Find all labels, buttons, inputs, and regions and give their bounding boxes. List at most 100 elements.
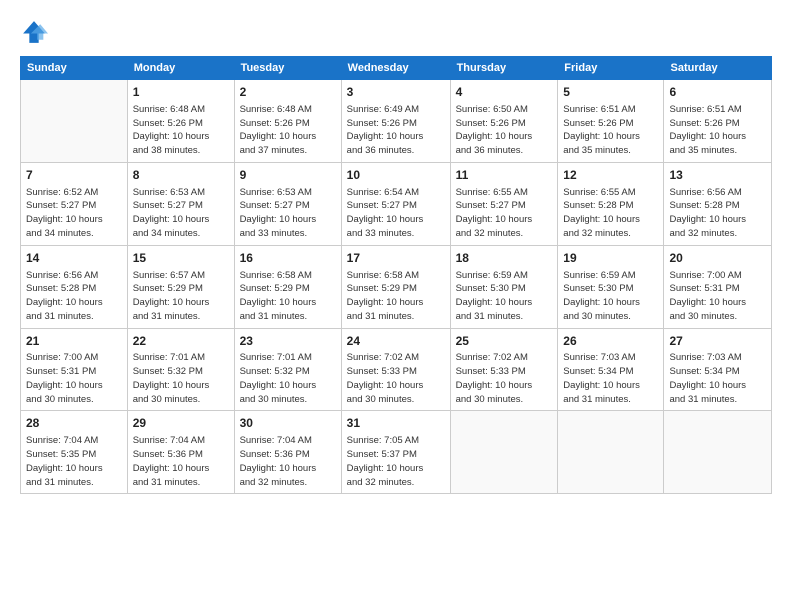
calendar-cell: 16 Sunrise: 6:58 AM Sunset: 5:29 PM Dayli… — [234, 245, 341, 328]
calendar-cell: 10 Sunrise: 6:54 AM Sunset: 5:27 PM Dayli… — [341, 162, 450, 245]
calendar-cell: 6Sunrise: 6:51 AM Sunset: 5:26 PM Daylig… — [664, 80, 772, 163]
day-info: Sunrise: 6:54 AM Sunset: 5:27 PM Dayligh… — [347, 186, 445, 241]
day-info: Sunrise: 7:02 AM Sunset: 5:33 PM Dayligh… — [456, 351, 553, 406]
calendar-cell: 23Sunrise: 7:01 AM Sunset: 5:32 PM Dayli… — [234, 328, 341, 411]
day-info: Sunrise: 7:04 AM Sunset: 5:36 PM Dayligh… — [133, 434, 229, 489]
day-info: Sunrise: 6:51 AM Sunset: 5:26 PM Dayligh… — [563, 103, 658, 158]
day-number: 14 — [26, 250, 122, 267]
day-info: Sunrise: 6:50 AM Sunset: 5:26 PM Dayligh… — [456, 103, 553, 158]
day-number: 1 — [133, 84, 229, 101]
calendar-cell: 3 Sunrise: 6:49 AM Sunset: 5:26 PM Daylig… — [341, 80, 450, 163]
day-number: 10 — [347, 167, 445, 184]
weekday-header-tuesday: Tuesday — [234, 57, 341, 80]
day-info: Sunrise: 6:52 AM Sunset: 5:27 PM Dayligh… — [26, 186, 122, 241]
day-number: 29 — [133, 415, 229, 432]
day-info: Sunrise: 7:05 AM Sunset: 5:37 PM Dayligh… — [347, 434, 445, 489]
calendar-cell: 28Sunrise: 7:04 AM Sunset: 5:35 PM Dayli… — [21, 411, 128, 494]
day-number: 4 — [456, 84, 553, 101]
day-info: Sunrise: 6:51 AM Sunset: 5:26 PM Dayligh… — [669, 103, 766, 158]
weekday-header-sunday: Sunday — [21, 57, 128, 80]
logo-icon — [20, 18, 48, 46]
header — [20, 18, 772, 46]
logo — [20, 18, 52, 46]
calendar-cell: 8Sunrise: 6:53 AM Sunset: 5:27 PM Daylig… — [127, 162, 234, 245]
day-number: 8 — [133, 167, 229, 184]
weekday-header-wednesday: Wednesday — [341, 57, 450, 80]
day-number: 26 — [563, 333, 658, 350]
day-info: Sunrise: 6:49 AM Sunset: 5:26 PM Dayligh… — [347, 103, 445, 158]
calendar-cell: 5 Sunrise: 6:51 AM Sunset: 5:26 PM Daylig… — [558, 80, 664, 163]
calendar-cell: 14 Sunrise: 6:56 AM Sunset: 5:28 PM Dayli… — [21, 245, 128, 328]
calendar-cell: 26Sunrise: 7:03 AM Sunset: 5:34 PM Dayli… — [558, 328, 664, 411]
weekday-header-saturday: Saturday — [664, 57, 772, 80]
day-info: Sunrise: 6:56 AM Sunset: 5:28 PM Dayligh… — [669, 186, 766, 241]
calendar-cell: 27Sunrise: 7:03 AM Sunset: 5:34 PM Dayli… — [664, 328, 772, 411]
day-info: Sunrise: 6:59 AM Sunset: 5:30 PM Dayligh… — [563, 269, 658, 324]
calendar-cell: 11 Sunrise: 6:55 AM Sunset: 5:27 PM Dayli… — [450, 162, 558, 245]
day-info: Sunrise: 7:04 AM Sunset: 5:36 PM Dayligh… — [240, 434, 336, 489]
calendar-table: SundayMondayTuesdayWednesdayThursdayFrid… — [20, 56, 772, 494]
calendar-cell: 15 Sunrise: 6:57 AM Sunset: 5:29 PM Dayli… — [127, 245, 234, 328]
week-row-0: 1 Sunrise: 6:48 AM Sunset: 5:26 PM Daylig… — [21, 80, 772, 163]
day-number: 11 — [456, 167, 553, 184]
calendar-cell: 13 Sunrise: 6:56 AM Sunset: 5:28 PM Dayli… — [664, 162, 772, 245]
week-row-4: 28Sunrise: 7:04 AM Sunset: 5:35 PM Dayli… — [21, 411, 772, 494]
calendar-cell: 31Sunrise: 7:05 AM Sunset: 5:37 PM Dayli… — [341, 411, 450, 494]
page: SundayMondayTuesdayWednesdayThursdayFrid… — [0, 0, 792, 612]
day-info: Sunrise: 7:02 AM Sunset: 5:33 PM Dayligh… — [347, 351, 445, 406]
day-info: Sunrise: 6:57 AM Sunset: 5:29 PM Dayligh… — [133, 269, 229, 324]
calendar-cell: 4 Sunrise: 6:50 AM Sunset: 5:26 PM Daylig… — [450, 80, 558, 163]
week-row-3: 21Sunrise: 7:00 AM Sunset: 5:31 PM Dayli… — [21, 328, 772, 411]
weekday-header-thursday: Thursday — [450, 57, 558, 80]
calendar-cell: 2 Sunrise: 6:48 AM Sunset: 5:26 PM Daylig… — [234, 80, 341, 163]
day-number: 28 — [26, 415, 122, 432]
weekday-header-monday: Monday — [127, 57, 234, 80]
day-number: 25 — [456, 333, 553, 350]
calendar-cell — [21, 80, 128, 163]
day-number: 3 — [347, 84, 445, 101]
calendar-cell: 7 Sunrise: 6:52 AM Sunset: 5:27 PM Daylig… — [21, 162, 128, 245]
day-number: 15 — [133, 250, 229, 267]
day-number: 16 — [240, 250, 336, 267]
day-number: 7 — [26, 167, 122, 184]
day-number: 12 — [563, 167, 658, 184]
day-info: Sunrise: 6:55 AM Sunset: 5:28 PM Dayligh… — [563, 186, 658, 241]
calendar-cell: 17 Sunrise: 6:58 AM Sunset: 5:29 PM Dayli… — [341, 245, 450, 328]
day-info: Sunrise: 6:56 AM Sunset: 5:28 PM Dayligh… — [26, 269, 122, 324]
day-number: 9 — [240, 167, 336, 184]
day-info: Sunrise: 6:48 AM Sunset: 5:26 PM Dayligh… — [240, 103, 336, 158]
day-info: Sunrise: 7:03 AM Sunset: 5:34 PM Dayligh… — [563, 351, 658, 406]
calendar-cell: 21Sunrise: 7:00 AM Sunset: 5:31 PM Dayli… — [21, 328, 128, 411]
day-info: Sunrise: 7:00 AM Sunset: 5:31 PM Dayligh… — [669, 269, 766, 324]
day-number: 17 — [347, 250, 445, 267]
calendar-cell: 25Sunrise: 7:02 AM Sunset: 5:33 PM Dayli… — [450, 328, 558, 411]
day-info: Sunrise: 6:58 AM Sunset: 5:29 PM Dayligh… — [347, 269, 445, 324]
day-info: Sunrise: 6:59 AM Sunset: 5:30 PM Dayligh… — [456, 269, 553, 324]
day-number: 21 — [26, 333, 122, 350]
day-number: 23 — [240, 333, 336, 350]
day-number: 5 — [563, 84, 658, 101]
calendar-cell: 1 Sunrise: 6:48 AM Sunset: 5:26 PM Daylig… — [127, 80, 234, 163]
day-info: Sunrise: 6:53 AM Sunset: 5:27 PM Dayligh… — [240, 186, 336, 241]
calendar-cell: 20Sunrise: 7:00 AM Sunset: 5:31 PM Dayli… — [664, 245, 772, 328]
calendar-cell — [450, 411, 558, 494]
day-info: Sunrise: 6:55 AM Sunset: 5:27 PM Dayligh… — [456, 186, 553, 241]
day-number: 2 — [240, 84, 336, 101]
day-number: 13 — [669, 167, 766, 184]
calendar-cell — [558, 411, 664, 494]
day-number: 30 — [240, 415, 336, 432]
day-info: Sunrise: 6:48 AM Sunset: 5:26 PM Dayligh… — [133, 103, 229, 158]
calendar-cell: 9 Sunrise: 6:53 AM Sunset: 5:27 PM Daylig… — [234, 162, 341, 245]
day-info: Sunrise: 6:58 AM Sunset: 5:29 PM Dayligh… — [240, 269, 336, 324]
calendar-cell — [664, 411, 772, 494]
calendar-cell: 30 Sunrise: 7:04 AM Sunset: 5:36 PM Dayli… — [234, 411, 341, 494]
weekday-header-friday: Friday — [558, 57, 664, 80]
week-row-1: 7 Sunrise: 6:52 AM Sunset: 5:27 PM Daylig… — [21, 162, 772, 245]
day-number: 18 — [456, 250, 553, 267]
day-info: Sunrise: 7:00 AM Sunset: 5:31 PM Dayligh… — [26, 351, 122, 406]
calendar-cell: 19 Sunrise: 6:59 AM Sunset: 5:30 PM Dayli… — [558, 245, 664, 328]
week-row-2: 14 Sunrise: 6:56 AM Sunset: 5:28 PM Dayli… — [21, 245, 772, 328]
calendar-cell: 12 Sunrise: 6:55 AM Sunset: 5:28 PM Dayli… — [558, 162, 664, 245]
day-number: 19 — [563, 250, 658, 267]
weekday-header-row: SundayMondayTuesdayWednesdayThursdayFrid… — [21, 57, 772, 80]
